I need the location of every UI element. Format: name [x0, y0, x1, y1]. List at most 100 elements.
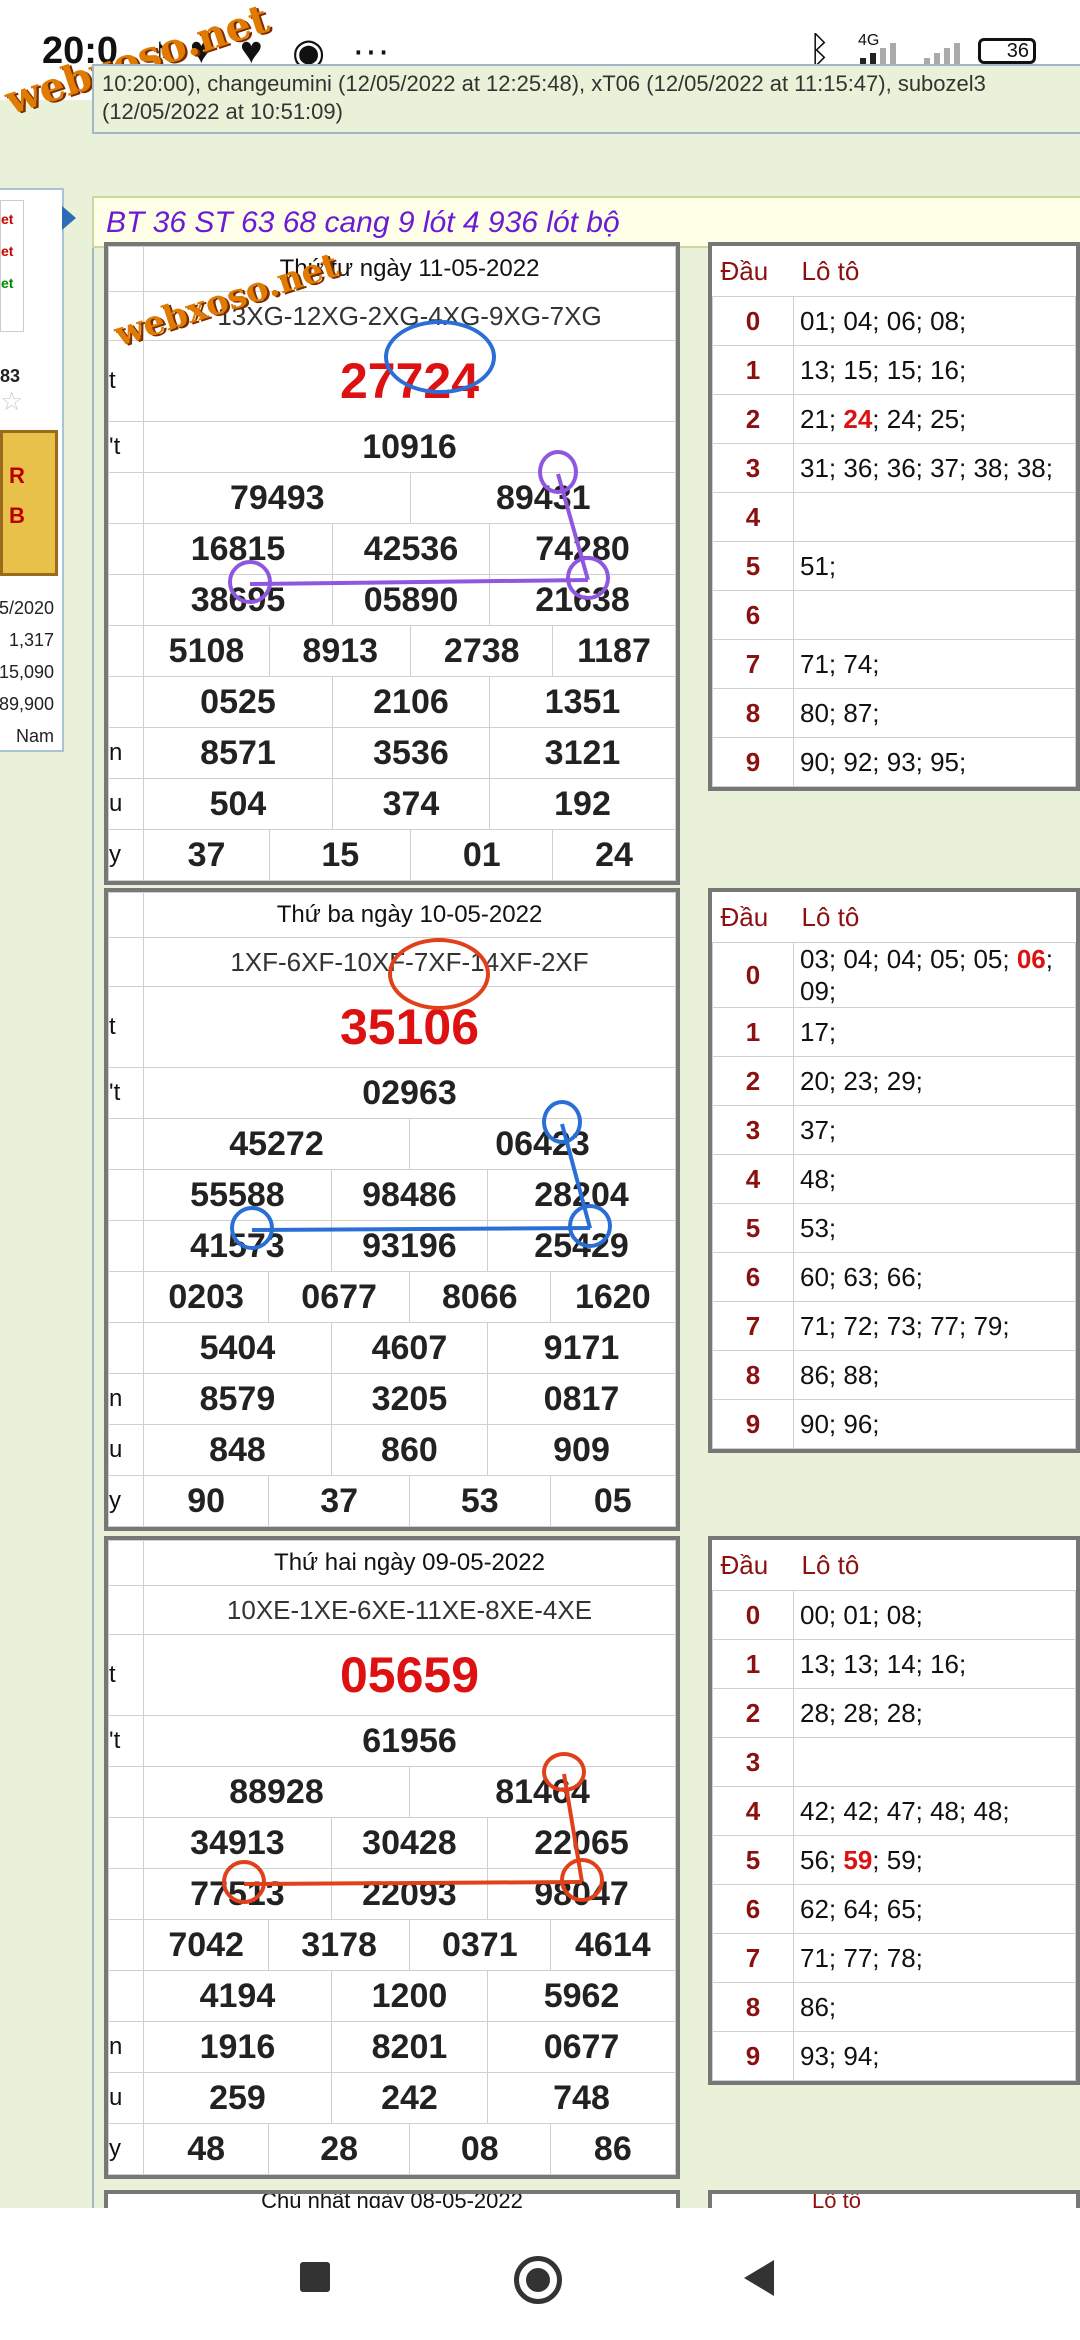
seventh-prize: 08	[408, 2123, 551, 2175]
loto-head: 0	[712, 942, 794, 1008]
loto-head: 5	[712, 1203, 794, 1253]
loto-row: 3	[712, 1737, 1076, 1787]
sixth-prize: 860	[330, 1424, 488, 1476]
back-button[interactable]	[744, 2260, 774, 2296]
loto-values: 13; 13; 14; 16;	[793, 1639, 1076, 1689]
draw-date: Thứ hai ngày 09-05-2022	[143, 1540, 676, 1586]
loto-table: Đầu Lô tô 0 00; 01; 08; 1 13; 13; 14; 16; 2 28;…	[708, 1536, 1080, 2085]
loto-row: 7 71; 72; 73; 77; 79;	[712, 1301, 1076, 1351]
loto-row: 7 71; 74;	[712, 639, 1076, 689]
loto-head: 4	[712, 1154, 794, 1204]
fourth-prize: 1187	[551, 625, 677, 677]
expand-arrow-icon[interactable]	[62, 206, 76, 230]
thanks-count: 15,090	[0, 662, 54, 682]
loto-values: 31; 36; 36; 37; 38; 38;	[793, 443, 1076, 493]
second-prize: 45272	[143, 1118, 410, 1170]
loto-head: 8	[712, 1982, 794, 2032]
user-info-panel: et et et 83 ☆ R B 5/2020 1,317 15,090 89…	[0, 188, 64, 752]
loto-head: 3	[712, 443, 794, 493]
third-prize: 30428	[330, 1817, 489, 1869]
fifth-prize: 4194	[143, 1970, 332, 2022]
seventh-prize: 01	[410, 829, 553, 881]
avatar: et et et	[0, 200, 24, 332]
loto-values: 86;	[793, 1982, 1076, 2032]
notice-text: 10:20:00), changeumini (12/05/2022 at 12…	[102, 71, 986, 124]
loto-row: 2 28; 28; 28;	[712, 1688, 1076, 1738]
loto-values-label: Lô tô	[793, 246, 1076, 297]
fifth-prize: 4607	[330, 1322, 488, 1374]
fourth-prize: 5108	[143, 625, 270, 677]
highlight-circle	[542, 1100, 582, 1144]
fifth-prize: 8201	[330, 2021, 489, 2073]
loto-values	[793, 590, 1076, 640]
fifth-prize: 9171	[486, 1322, 677, 1374]
recents-button[interactable]	[300, 2262, 330, 2292]
first-prize: 02963	[143, 1067, 676, 1119]
loto-values: 48;	[793, 1154, 1076, 1204]
fourth-prize: 1620	[549, 1271, 677, 1323]
loto-head: 7	[712, 639, 794, 689]
fourth-prize: 0677	[268, 1271, 410, 1323]
fifth-prize: 8571	[143, 727, 333, 779]
loto-values: 42; 42; 47; 48; 48;	[793, 1786, 1076, 1836]
fourth-prize: 8066	[408, 1271, 551, 1323]
fifth-prize: 0677	[487, 2021, 676, 2073]
loto-head: 0	[712, 296, 794, 346]
fifth-prize: 2106	[331, 676, 490, 728]
loto-row: 8 86;	[712, 1982, 1076, 2032]
online-users-notice: 10:20:00), changeumini (12/05/2022 at 12…	[92, 64, 1080, 134]
result-table: Thứ hai ngày 09-05-2022 10XE-1XE-6XE-11XE…	[104, 1536, 680, 2179]
loto-row: 0 03; 04; 04; 05; 05; 06; 09;	[712, 942, 1076, 1008]
seventh-prize: 37	[268, 1475, 410, 1527]
loto-row: 0 00; 01; 08;	[712, 1590, 1076, 1640]
loto-row: 1 13; 15; 15; 16;	[712, 345, 1076, 395]
sixth-prize: 192	[488, 778, 677, 830]
post-title: BT 36 ST 63 68 cang 9 lót 4 936 lót bộ	[92, 196, 1080, 248]
loto-values: 60; 63; 66;	[793, 1252, 1076, 1302]
loto-values: 86; 88;	[793, 1350, 1076, 1400]
loto-values: 56; 59; 59;	[793, 1835, 1076, 1885]
loto-head: 9	[712, 1399, 794, 1449]
loto-row: 7 71; 77; 78;	[712, 1933, 1076, 1983]
loto-table: Đầu Lô tô 0 03; 04; 04; 05; 05; 06; 09; 1 17;…	[708, 888, 1080, 1453]
loto-head: 7	[712, 1933, 794, 1983]
rank-badge-icon: R B	[0, 430, 58, 576]
loto-row: 9 90; 96;	[712, 1399, 1076, 1449]
loto-row: 9 90; 92; 93; 95;	[712, 737, 1076, 787]
fifth-prize: 3205	[330, 1373, 488, 1425]
loto-values: 13; 15; 15; 16;	[793, 345, 1076, 395]
seventh-prize: 37	[143, 829, 270, 881]
draw-date: Thứ ba ngày 10-05-2022	[143, 892, 676, 938]
seventh-prize: 15	[268, 829, 412, 881]
fifth-prize: 5404	[143, 1322, 332, 1374]
loto-head-label: Đầu	[712, 892, 794, 943]
loto-head: 1	[712, 1639, 794, 1689]
row-label: t	[108, 986, 144, 1068]
loto-row: 4	[712, 492, 1076, 542]
home-button[interactable]	[514, 2256, 562, 2304]
first-prize: 10916	[143, 421, 676, 473]
loto-row: 4 42; 42; 47; 48; 48;	[712, 1786, 1076, 1836]
loto-values	[793, 492, 1076, 542]
loto-head-label: Đầu	[712, 1540, 794, 1591]
third-prize: 98486	[330, 1169, 488, 1221]
loto-head: 9	[712, 737, 794, 787]
special-prize: 05659	[143, 1634, 676, 1716]
sixth-prize: 259	[143, 2072, 332, 2124]
loto-head: 7	[712, 1301, 794, 1351]
loto-head: 1	[712, 345, 794, 395]
loto-row: 6	[712, 590, 1076, 640]
loto-values: 37;	[793, 1105, 1076, 1155]
signal-icon	[924, 43, 960, 64]
gender: Nam	[15, 726, 54, 746]
loto-head: 6	[712, 1884, 794, 1934]
seventh-prize: 86	[549, 2123, 677, 2175]
loto-values: 62; 64; 65;	[793, 1884, 1076, 1934]
loto-values: 90; 92; 93; 95;	[793, 737, 1076, 787]
row-label: t	[108, 1634, 144, 1716]
fifth-prize: 3536	[331, 727, 490, 779]
fifth-prize: 0817	[486, 1373, 677, 1425]
loto-head: 2	[712, 1688, 794, 1738]
battery-level: 36	[1006, 40, 1029, 62]
fifth-prize: 1916	[143, 2021, 332, 2073]
